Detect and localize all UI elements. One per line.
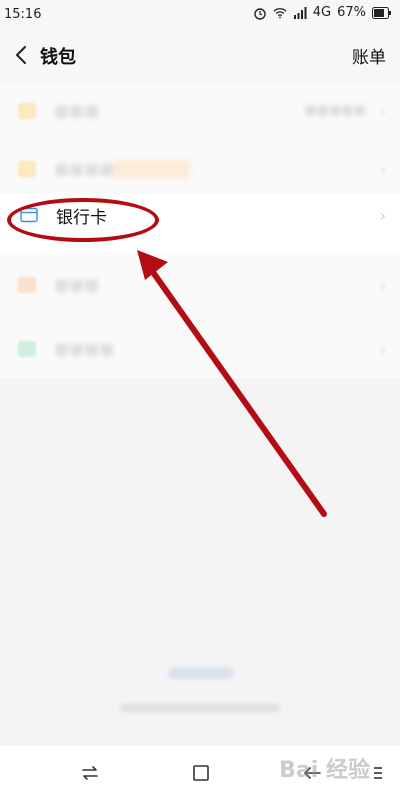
page-title: 钱包: [40, 47, 76, 68]
list-item[interactable]: ■■■ ›: [0, 256, 400, 314]
list-item-value: ■■■■■: [304, 103, 366, 118]
chevron-right-icon: ›: [379, 160, 386, 179]
list-item[interactable]: ■■■ ■■■■■ ›: [0, 82, 400, 140]
back-arrow-icon[interactable]: [10, 42, 34, 68]
list-item[interactable]: ■■■■ ›: [0, 140, 400, 198]
app-header: 钱包 账单: [0, 30, 400, 82]
home-square-icon[interactable]: [191, 764, 211, 782]
list-item-label: ■■■■: [54, 339, 115, 358]
list-item-label: ■■■■: [54, 159, 115, 178]
list-item-label: ■■■: [54, 101, 100, 120]
chevron-right-icon: ›: [379, 276, 386, 295]
coin-icon: [18, 103, 36, 119]
battery-percent: 67%: [337, 5, 366, 20]
highlight-ellipse: [7, 198, 159, 242]
signal-icon: [293, 6, 307, 19]
coupon-icon: [18, 277, 36, 293]
chevron-right-icon: ›: [379, 102, 386, 121]
alarm-icon: [254, 7, 266, 20]
list-item-label: ■■■: [54, 275, 100, 294]
list-item[interactable]: ■■■■ ›: [0, 320, 400, 378]
network-type: 4G: [312, 5, 332, 20]
battery-icon: [372, 6, 391, 19]
menu-icon[interactable]: [372, 764, 384, 782]
switch-icon[interactable]: [80, 764, 100, 782]
promo-badge: [112, 160, 190, 178]
status-icons: 4G 67%: [253, 5, 392, 20]
watermark: Bai 经验: [279, 758, 370, 783]
status-time: 15:16: [4, 7, 42, 22]
security-icon: [18, 341, 36, 357]
bill-button[interactable]: 账单: [352, 43, 386, 68]
coin-icon: [18, 161, 36, 177]
chevron-right-icon: ›: [379, 340, 386, 359]
wifi-icon: [273, 7, 287, 18]
chevron-right-icon: ›: [379, 206, 386, 225]
bottom-note: [120, 703, 280, 713]
bottom-link[interactable]: [168, 667, 234, 679]
status-bar: 15:16 4G 67%: [0, 0, 400, 30]
